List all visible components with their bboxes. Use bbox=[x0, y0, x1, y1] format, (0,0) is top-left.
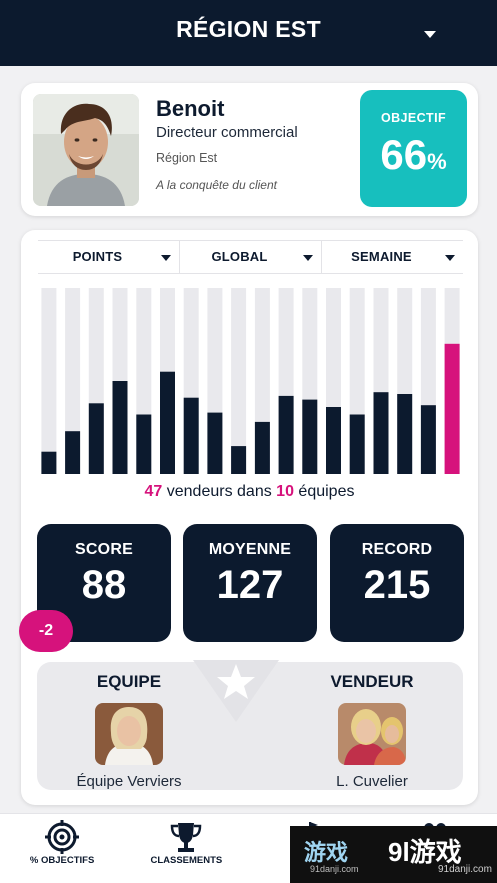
record-value: 215 bbox=[363, 563, 431, 607]
chevron-down-icon bbox=[303, 255, 313, 261]
bar-highlight[interactable] bbox=[444, 343, 460, 474]
teams-count: 10 bbox=[276, 483, 294, 500]
profile-tagline: A la conquête du client bbox=[156, 178, 277, 192]
bar[interactable] bbox=[302, 399, 318, 474]
sellers-count: 47 bbox=[144, 483, 163, 500]
teams-text: équipes bbox=[293, 483, 355, 500]
avatar bbox=[33, 94, 139, 206]
filter-bar: POINTS GLOBAL SEMAINE bbox=[38, 240, 463, 274]
bar[interactable] bbox=[160, 371, 175, 474]
score-label: SCORE bbox=[75, 541, 133, 558]
watermark: 游戏 9l游戏 91danji.com 91danji.com bbox=[290, 826, 497, 883]
filter-label: POINTS bbox=[72, 249, 123, 264]
seller-avatar bbox=[338, 703, 406, 765]
bar[interactable] bbox=[420, 405, 436, 474]
filter-semaine[interactable]: SEMAINE bbox=[321, 241, 463, 273]
filter-points[interactable]: POINTS bbox=[38, 241, 179, 273]
bar[interactable] bbox=[231, 446, 247, 474]
top-team[interactable]: EQUIPE Équipe Verviers bbox=[49, 672, 209, 790]
filter-label: GLOBAL bbox=[211, 249, 268, 264]
watermark-small-text: 游戏 bbox=[304, 840, 349, 865]
average-label: MOYENNE bbox=[208, 541, 292, 558]
bar[interactable] bbox=[397, 394, 413, 474]
record-label: RECORD bbox=[361, 541, 433, 558]
profile-card: Benoit Directeur commercial Région Est A… bbox=[21, 83, 478, 216]
bar[interactable] bbox=[136, 414, 152, 475]
filter-global[interactable]: GLOBAL bbox=[179, 241, 321, 273]
bar[interactable] bbox=[65, 431, 81, 474]
nav-label: CLASSEMENTS bbox=[150, 855, 223, 866]
objective-unit: % bbox=[427, 149, 447, 174]
nav-objectives[interactable]: % OBJECTIFS bbox=[0, 814, 124, 883]
summary-text: 47 vendeurs dans 10 équipes bbox=[21, 483, 478, 501]
performance-card: POINTS GLOBAL SEMAINE 47 vendeurs dans 1… bbox=[19, 230, 478, 805]
team-avatar bbox=[95, 703, 163, 765]
objective-number: 66 bbox=[380, 131, 428, 178]
profile-region: Région Est bbox=[156, 151, 218, 165]
bar[interactable] bbox=[112, 381, 128, 474]
average-value: 127 bbox=[216, 563, 284, 607]
bar[interactable] bbox=[326, 407, 341, 474]
region-selector-title[interactable]: RÉGION EST bbox=[0, 16, 497, 43]
filter-label: SEMAINE bbox=[351, 249, 412, 264]
bar[interactable] bbox=[278, 395, 294, 474]
score-value: 88 bbox=[81, 563, 127, 607]
objective-card[interactable]: OBJECTIF 66% bbox=[360, 90, 467, 207]
objective-label: OBJECTIF bbox=[380, 111, 446, 125]
target-icon bbox=[45, 820, 80, 854]
record-card[interactable]: RECORD 215 bbox=[330, 524, 464, 642]
seller-name: L. Cuvelier bbox=[336, 773, 408, 790]
average-card[interactable]: MOYENNE 127 bbox=[183, 524, 317, 642]
bar[interactable] bbox=[41, 451, 57, 474]
bar[interactable] bbox=[183, 397, 199, 474]
profile-role: Directeur commercial bbox=[156, 124, 298, 141]
score-delta-badge: -2 bbox=[19, 610, 73, 652]
seller-title: VENDEUR bbox=[330, 672, 414, 691]
team-title: EQUIPE bbox=[96, 672, 162, 691]
profile-name: Benoit bbox=[156, 96, 225, 121]
bar-chart bbox=[41, 288, 460, 475]
nav-label: % OBJECTIFS bbox=[29, 855, 95, 866]
trophy-icon bbox=[171, 823, 202, 852]
sellers-text: vendeurs dans bbox=[162, 483, 277, 500]
team-name: Équipe Verviers bbox=[76, 773, 182, 790]
bar[interactable] bbox=[349, 414, 365, 475]
top-seller[interactable]: VENDEUR L. Cuvelier bbox=[292, 672, 452, 790]
chevron-down-icon bbox=[161, 255, 171, 261]
top-bar: RÉGION EST bbox=[0, 0, 497, 66]
bar[interactable] bbox=[254, 421, 270, 474]
bar[interactable] bbox=[373, 392, 389, 474]
bar-track bbox=[41, 288, 57, 474]
watermark-url: 91danji.com bbox=[310, 864, 359, 874]
chevron-down-icon[interactable] bbox=[424, 31, 436, 38]
bar[interactable] bbox=[207, 412, 223, 474]
objective-value: 66% bbox=[360, 131, 467, 179]
chevron-down-icon bbox=[445, 255, 455, 261]
nav-rankings[interactable]: CLASSEMENTS bbox=[124, 814, 248, 883]
bar[interactable] bbox=[88, 403, 104, 474]
watermark-url-2: 91danji.com bbox=[438, 864, 492, 875]
